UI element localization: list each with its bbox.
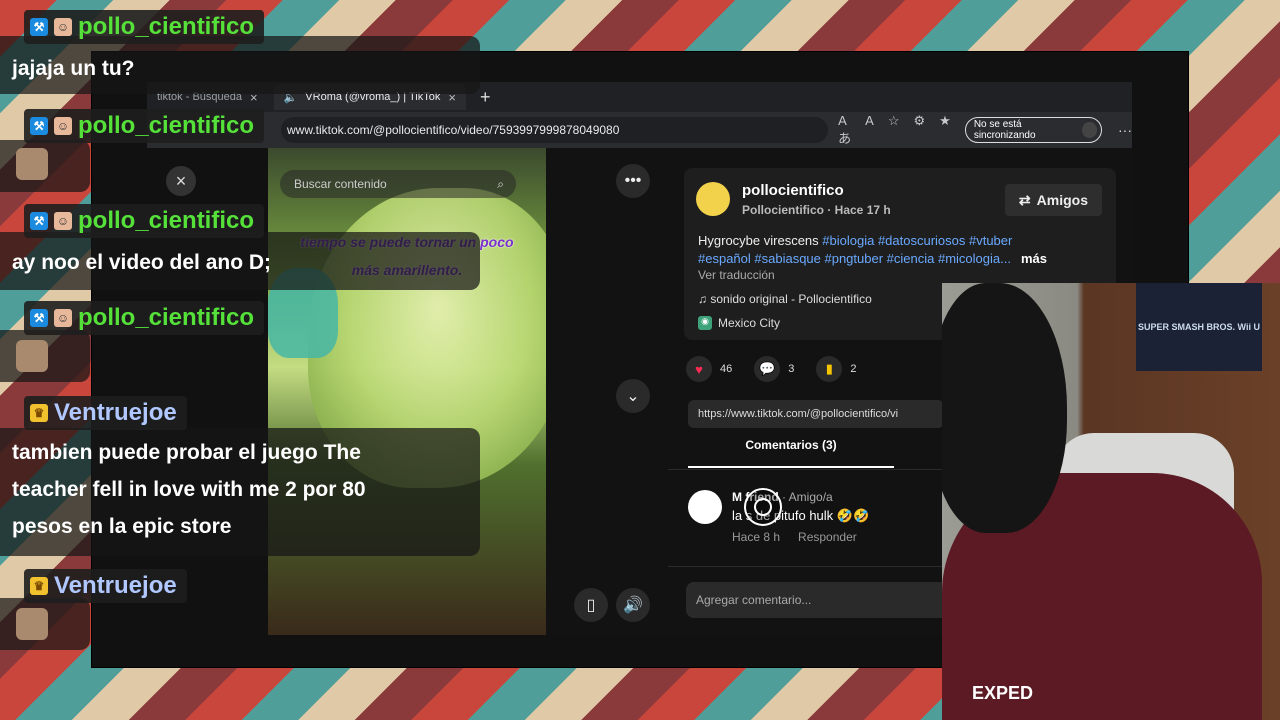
- crown-badge-icon: ♛: [30, 404, 48, 422]
- chat-message-line: pesos en la epic store: [12, 515, 232, 538]
- friends-button[interactable]: ⇄ Amigos: [1004, 184, 1102, 216]
- hammer-badge-icon: ⚒: [30, 212, 48, 230]
- hammer-badge-icon: ⚒: [30, 18, 48, 36]
- chevron-down-icon[interactable]: ⌄: [616, 379, 650, 413]
- chat-emote: [16, 340, 48, 372]
- comment-meta: Hace 8 h Responder: [732, 530, 857, 544]
- hashtags[interactable]: #biologia #datoscuriosos #vtuber: [822, 233, 1012, 248]
- chat-username: ⚒ ☺ pollo_cientifico: [24, 109, 265, 143]
- chat-username: ⚒ ☺ pollo_cientifico: [24, 301, 265, 335]
- chat-message-line: tambien puede probar el juego The: [12, 441, 361, 464]
- device-icon[interactable]: ▯: [574, 588, 608, 622]
- profile-avatar: [1082, 122, 1097, 138]
- chat-username: ⚒ ☺ pollo_cientifico: [24, 204, 265, 238]
- volume-icon[interactable]: 🔊: [616, 588, 650, 622]
- avatar-badge-icon: ☺: [54, 117, 72, 135]
- extensions-icon[interactable]: ⚙: [914, 113, 926, 147]
- author-sub: Pollocientifico · Hace 17 h: [742, 203, 891, 217]
- tab-comments[interactable]: Comentarios (3): [688, 438, 894, 468]
- avatar-badge-icon: ☺: [54, 309, 72, 327]
- shirt-logo: EXPED: [972, 683, 1034, 703]
- username-label: pollo_cientifico: [78, 304, 255, 331]
- heart-icon: ♥: [686, 356, 712, 382]
- location-label: Mexico City: [718, 316, 781, 330]
- search-icon[interactable]: ⌕: [497, 177, 504, 192]
- like-button[interactable]: ♥ 46: [686, 356, 732, 382]
- reply-button[interactable]: Responder: [798, 530, 857, 544]
- commenter-avatar[interactable]: [688, 490, 722, 524]
- chat-message: jajaja un tu?: [12, 57, 135, 80]
- chat-emote: [16, 148, 48, 180]
- comment-button[interactable]: 💬 3: [754, 356, 794, 382]
- save-button[interactable]: ▮ 2: [816, 356, 857, 382]
- video-controls-column: ••• ⌄ ▯ 🔊: [546, 148, 668, 635]
- sound-label: sonido original - Pollocientifico: [710, 292, 872, 306]
- cursor-overlay-icon: [744, 488, 782, 526]
- hammer-badge-icon: ⚒: [30, 309, 48, 327]
- chat-username: ⚒ ☺ pollo_cientifico: [24, 10, 265, 44]
- more-options-icon[interactable]: •••: [616, 164, 650, 198]
- bookmark-icon: ▮: [816, 356, 843, 382]
- share-url-field[interactable]: https://www.tiktok.com/@pollocientifico/…: [688, 400, 944, 428]
- comment-count: 3: [788, 363, 795, 375]
- chat-message: ay noo el video del ano D;: [12, 251, 272, 274]
- streamer-hair: [942, 283, 1067, 533]
- author-name[interactable]: pollocientifico: [742, 182, 844, 199]
- location-icon: ◉: [698, 316, 712, 330]
- chat-username: ♛ Ventruejoe: [24, 569, 187, 603]
- username-label: Ventruejoe: [54, 572, 177, 599]
- chat-username: ♛ Ventruejoe: [24, 396, 187, 430]
- commenter-relationship: · Amigo/a: [778, 490, 833, 504]
- sync-button[interactable]: No se está sincronizando: [964, 117, 1102, 143]
- avatar-badge-icon: ☺: [54, 212, 72, 230]
- hashtags[interactable]: #español #sabiasque #pngtuber #ciencia #…: [698, 251, 1011, 266]
- author-avatar[interactable]: [696, 182, 730, 216]
- post-stats: ♥ 46 💬 3 ▮ 2: [686, 356, 857, 382]
- more-menu-icon[interactable]: ···: [1118, 122, 1132, 138]
- chat-emote: [16, 608, 48, 640]
- sync-label: No se está sincronizando: [973, 119, 1036, 141]
- username-label: Ventruejoe: [54, 399, 177, 426]
- chat-message: tambien puede probar el juego The teache…: [12, 434, 366, 545]
- favorite-star-icon[interactable]: ☆: [888, 113, 900, 147]
- read-aloud-icon[interactable]: Aあ: [838, 113, 851, 147]
- chat-message-line: teacher fell in love with me 2 por 80: [12, 478, 366, 501]
- text-size-icon[interactable]: A: [865, 113, 874, 147]
- hammer-badge-icon: ⚒: [30, 117, 48, 135]
- save-count: 2: [850, 363, 857, 375]
- post-description: Hygrocybe virescens #biologia #datoscuri…: [698, 232, 1098, 268]
- close-icon[interactable]: ×: [166, 166, 196, 196]
- username-label: pollo_cientifico: [78, 207, 255, 234]
- sound-link[interactable]: ♫ sonido original - Pollocientifico: [698, 292, 872, 306]
- stream-chat-overlay: ⚒ ☺ pollo_cientifico jajaja un tu? ⚒ ☺ p…: [0, 0, 480, 720]
- like-count: 46: [720, 363, 733, 375]
- friends-label: Amigos: [1036, 192, 1088, 208]
- location-link[interactable]: ◉ Mexico City: [698, 316, 780, 330]
- avatar-badge-icon: ☺: [54, 18, 72, 36]
- comment-time: Hace 8 h: [732, 530, 781, 544]
- favorites-icon[interactable]: ★: [939, 113, 951, 147]
- translate-link[interactable]: Ver traducción: [698, 268, 775, 282]
- wall-poster: SUPER SMASH BROS. Wii U: [1136, 283, 1262, 371]
- swap-icon: ⇄: [1018, 191, 1031, 208]
- more-link[interactable]: más: [1021, 251, 1047, 266]
- crown-badge-icon: ♛: [30, 577, 48, 595]
- username-label: pollo_cientifico: [78, 13, 255, 40]
- webcam-feed: SUPER SMASH BROS. Wii U EXPED: [942, 283, 1280, 720]
- address-icons: Aあ A ☆ ⚙ ★: [838, 113, 951, 147]
- username-label: pollo_cientifico: [78, 112, 255, 139]
- desc-text: Hygrocybe virescens: [698, 233, 823, 248]
- comment-icon: 💬: [754, 356, 781, 382]
